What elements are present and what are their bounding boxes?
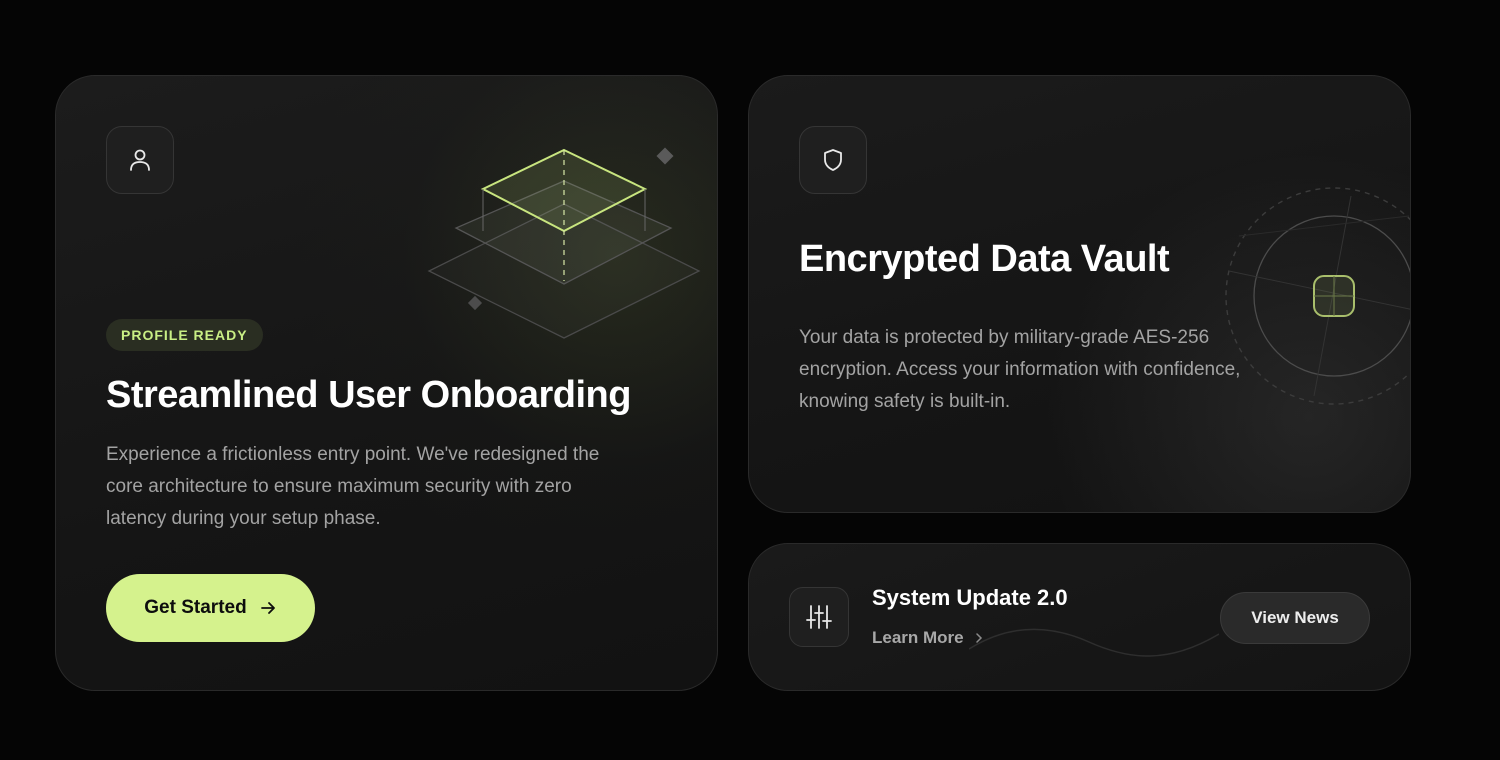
vault-card: Encrypted Data Vault Your data is protec… <box>748 75 1411 513</box>
diamond-shape <box>656 147 674 165</box>
diamond-shape <box>467 295 483 311</box>
update-title: System Update 2.0 <box>872 585 1068 610</box>
onboarding-card: PROFILE READY Streamlined User Onboardin… <box>55 75 718 691</box>
shield-icon <box>824 149 842 171</box>
card-title: Encrypted Data Vault <box>799 238 1170 280</box>
update-card: System Update 2.0 Learn More View News <box>748 543 1411 691</box>
wave-decoration <box>969 628 1219 657</box>
card-description: Experience a frictionless entry point. W… <box>106 444 600 529</box>
get-started-button[interactable]: Get Started <box>106 574 315 642</box>
sliders-icon <box>806 605 832 629</box>
shield-icon-box <box>799 126 867 194</box>
view-news-button[interactable]: View News <box>1220 592 1370 644</box>
status-badge: PROFILE READY <box>106 319 263 351</box>
arrow-right-icon <box>260 602 275 614</box>
get-started-label: Get Started <box>144 597 247 618</box>
user-icon-box <box>106 126 174 194</box>
layers-illustration <box>427 147 701 339</box>
chevron-right-icon <box>975 633 982 643</box>
learn-more-label: Learn More <box>872 628 964 647</box>
user-icon <box>130 149 150 171</box>
sliders-icon-box <box>789 587 849 647</box>
card-title: Streamlined User Onboarding <box>106 374 631 416</box>
card-description: Your data is protected by military-grade… <box>799 327 1241 412</box>
learn-more-link[interactable]: Learn More <box>872 628 984 648</box>
